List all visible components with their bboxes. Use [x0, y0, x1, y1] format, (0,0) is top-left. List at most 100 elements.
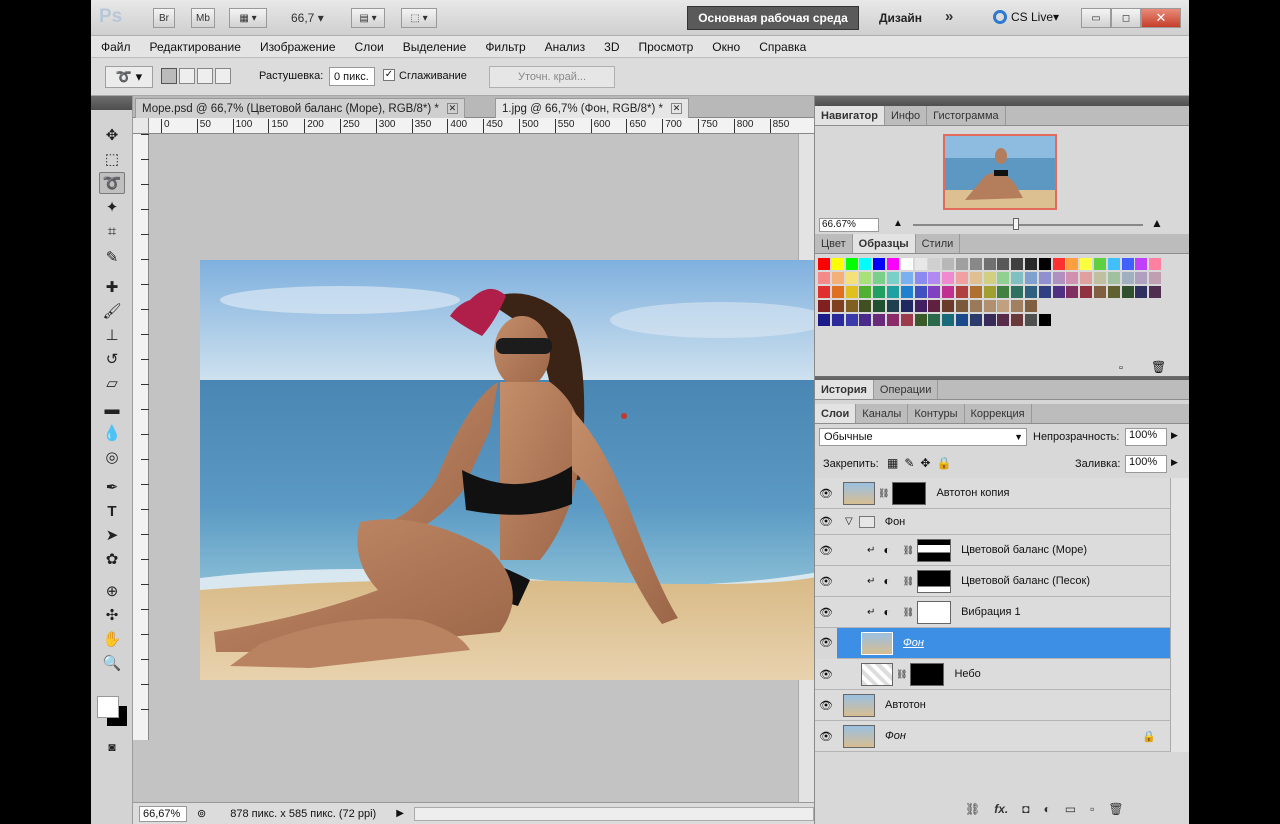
layer-row[interactable]: 👁 ↵ ◐ ⛓ Цветовой баланс (Песок) — [815, 566, 1170, 597]
color-swatch[interactable] — [859, 314, 872, 326]
menu-analysis[interactable]: Анализ — [545, 40, 586, 54]
layer-row[interactable]: 👁 Автотон — [815, 690, 1170, 721]
layer-mask-thumbnail[interactable] — [917, 569, 952, 593]
color-swatch[interactable] — [1094, 272, 1106, 284]
color-swatch[interactable] — [969, 258, 982, 270]
color-swatch[interactable] — [969, 300, 982, 312]
doc-tab-more-psd[interactable]: Море.psd @ 66,7% (Цветовой баланс (Море)… — [135, 98, 465, 118]
color-swatch[interactable] — [1094, 258, 1106, 270]
eye-icon[interactable]: 👁 — [815, 627, 837, 659]
navigator-zoom-slider[interactable] — [913, 224, 1143, 226]
layer-mask-thumbnail[interactable] — [917, 538, 952, 562]
color-swatch[interactable] — [956, 300, 968, 312]
layer-row[interactable]: 👁 Фон 🔒 — [815, 721, 1170, 752]
color-swatch[interactable] — [1066, 286, 1079, 298]
blur-tool-icon[interactable]: 💧 — [99, 422, 125, 444]
tool-preset-picker[interactable]: ➰ ▾ — [105, 66, 153, 88]
color-swatch[interactable] — [887, 272, 899, 284]
canvas-image[interactable] — [200, 260, 830, 680]
color-swatch[interactable] — [818, 300, 830, 312]
marquee-tool-icon[interactable]: ⬚ — [99, 148, 125, 170]
color-swatch[interactable] — [928, 286, 941, 298]
lasso-tool-icon[interactable]: ➰ — [99, 172, 125, 194]
menu-filter[interactable]: Фильтр — [485, 40, 525, 54]
menu-window[interactable]: Окно — [712, 40, 740, 54]
opacity-arrow-icon[interactable]: ▶ — [1171, 430, 1178, 441]
fill-input[interactable]: 100% — [1125, 455, 1167, 473]
color-swatch[interactable] — [1011, 314, 1024, 326]
color-swatch[interactable] — [887, 258, 899, 270]
add-selection-icon[interactable] — [179, 68, 195, 84]
dodge-tool-icon[interactable]: ◎ — [99, 446, 125, 468]
color-swatch[interactable] — [1066, 258, 1079, 270]
magic-wand-tool-icon[interactable]: ✦ — [99, 196, 125, 218]
color-swatch[interactable] — [928, 300, 941, 312]
tab-adjustments[interactable]: Коррекция — [965, 404, 1032, 423]
color-swatch[interactable] — [1038, 272, 1051, 284]
minimize-button[interactable]: ▭ — [1081, 8, 1111, 28]
opacity-input[interactable]: 100% — [1125, 428, 1167, 446]
eye-icon[interactable]: 👁 — [815, 544, 837, 557]
color-swatch[interactable] — [1135, 258, 1148, 270]
quick-mask-icon[interactable]: ◙ — [99, 736, 125, 758]
color-swatch[interactable] — [1025, 300, 1037, 312]
add-mask-icon[interactable]: ◘ — [1022, 802, 1029, 816]
color-swatch[interactable] — [928, 258, 941, 270]
color-swatch[interactable] — [997, 258, 1010, 270]
color-swatch[interactable] — [859, 300, 872, 312]
layer-group-row[interactable]: 👁 ▽ Фон — [815, 509, 1170, 535]
brush-tool-icon[interactable]: 🖌 — [99, 300, 125, 322]
lock-transparency-icon[interactable]: ▦ — [887, 456, 898, 470]
color-swatch[interactable] — [969, 272, 982, 284]
color-swatch[interactable] — [997, 300, 1010, 312]
eraser-tool-icon[interactable]: ▱ — [99, 372, 125, 394]
ruler-origin[interactable] — [133, 118, 149, 134]
color-swatch[interactable] — [914, 258, 927, 270]
zoom-tool-icon[interactable]: 🔍 — [99, 652, 125, 674]
color-swatch[interactable] — [1121, 258, 1134, 270]
color-swatch[interactable] — [845, 258, 858, 270]
more-workspaces-button[interactable]: » — [945, 8, 953, 25]
color-swatch[interactable] — [845, 300, 858, 312]
layer-row[interactable]: 👁 ↵ ◐ ⛓ Вибрация 1 — [815, 597, 1170, 628]
color-swatch[interactable] — [1149, 272, 1162, 284]
color-swatch[interactable] — [831, 314, 844, 326]
eye-icon[interactable]: 👁 — [815, 668, 837, 681]
tab-actions[interactable]: Операции — [874, 380, 939, 399]
tab-navigator[interactable]: Навигатор — [815, 106, 885, 125]
layer-mask-thumbnail[interactable] — [917, 600, 952, 624]
color-swatch[interactable] — [1038, 258, 1051, 270]
color-swatch[interactable] — [831, 300, 844, 312]
trash-icon[interactable]: 🗑 — [1108, 802, 1123, 816]
color-swatch[interactable] — [983, 272, 996, 284]
color-swatch[interactable] — [956, 286, 968, 298]
refine-edge-button[interactable]: Уточн. край... — [489, 66, 615, 88]
tab-channels[interactable]: Каналы — [856, 404, 909, 423]
color-swatch[interactable] — [900, 314, 913, 326]
bridge-button[interactable]: Br — [153, 8, 175, 28]
color-swatch[interactable] — [845, 286, 858, 298]
color-swatch[interactable] — [1107, 258, 1120, 270]
color-swatch[interactable] — [873, 272, 886, 284]
color-swatch[interactable] — [983, 300, 996, 312]
menu-edit[interactable]: Редактирование — [150, 40, 241, 54]
color-swatch[interactable] — [900, 286, 913, 298]
color-swatch[interactable] — [859, 272, 872, 284]
new-layer-icon[interactable]: ▫ — [1090, 802, 1094, 816]
3d-rotate-tool-icon[interactable]: ⊕ — [99, 580, 125, 602]
color-swatch[interactable] — [873, 314, 886, 326]
color-swatch[interactable] — [969, 286, 982, 298]
pen-tool-icon[interactable]: ✒ — [99, 476, 125, 498]
color-swatch[interactable] — [1066, 272, 1079, 284]
type-tool-icon[interactable]: T — [99, 500, 125, 522]
eye-icon[interactable]: 👁 — [815, 515, 837, 528]
color-swatch[interactable] — [997, 314, 1010, 326]
color-swatch[interactable] — [831, 286, 844, 298]
color-swatch[interactable] — [928, 314, 941, 326]
history-brush-tool-icon[interactable]: ↺ — [99, 348, 125, 370]
color-swatch[interactable] — [942, 272, 955, 284]
doc-tab-1-jpg[interactable]: 1.jpg @ 66,7% (Фон, RGB/8*) * ✕ — [495, 98, 689, 118]
arrange-docs-button[interactable]: ▤ ▾ — [351, 8, 385, 28]
color-swatch[interactable] — [859, 258, 872, 270]
color-swatch[interactable] — [969, 314, 982, 326]
